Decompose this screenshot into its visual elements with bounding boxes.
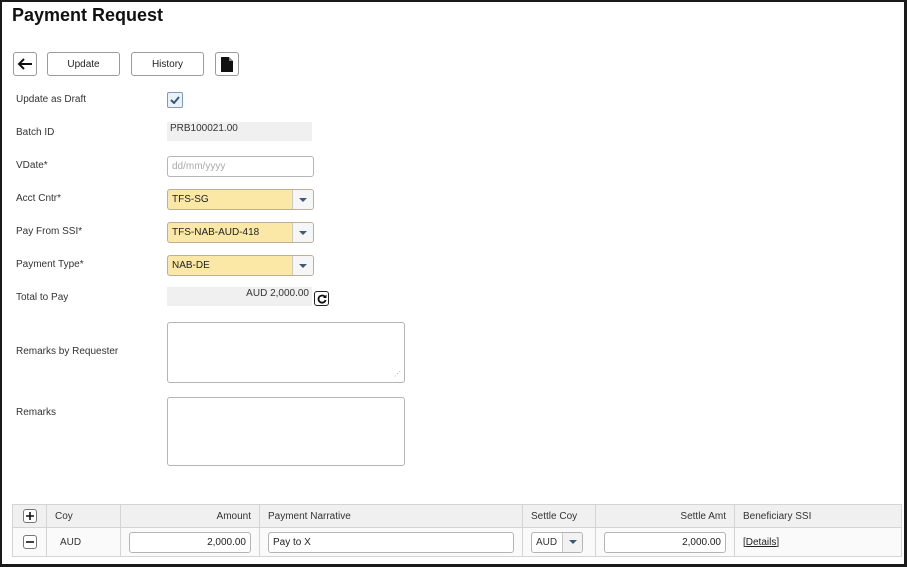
pay-from-ssi-value: TFS-NAB-AUD-418 [172, 227, 260, 238]
arrow-left-icon [17, 58, 32, 70]
refresh-icon [317, 294, 326, 304]
column-header-beneficiary-ssi[interactable]: Beneficiary SSI [734, 504, 902, 528]
pay-from-ssi-dropdown-toggle[interactable] [292, 223, 313, 242]
acct-cntr-label: Acct Cntr* [16, 193, 62, 204]
payment-type-select[interactable]: NAB-DE [167, 255, 314, 276]
vdate-label: VDate* [16, 160, 48, 171]
table-header-row: Coy Amount Payment Narrative Settle Coy … [12, 504, 902, 528]
payment-narrative-input[interactable] [268, 531, 514, 553]
payment-lines-table: Coy Amount Payment Narrative Settle Coy … [12, 504, 902, 557]
checkmark-icon [170, 96, 180, 104]
document-icon [221, 56, 233, 72]
batch-id-value: PRB100021.00 [167, 122, 312, 141]
table-row: AUD AUD [Details] [12, 527, 902, 557]
total-to-pay-value: AUD 2,000.00 [167, 287, 312, 306]
settle-coy-select[interactable]: AUD [531, 531, 583, 553]
history-button[interactable]: History [131, 52, 204, 76]
remove-row-button[interactable] [22, 535, 37, 549]
column-header-coy[interactable]: Coy [46, 504, 121, 528]
column-header-payment-narrative[interactable]: Payment Narrative [259, 504, 523, 528]
beneficiary-ssi-details-link[interactable]: [Details] [743, 537, 779, 548]
remarks-label: Remarks [16, 407, 57, 418]
amount-input[interactable] [129, 531, 251, 553]
chevron-down-icon [299, 263, 307, 268]
column-header-amount[interactable]: Amount [120, 504, 260, 528]
remarks-by-requester-label: Remarks by Requester [16, 346, 119, 357]
payment-type-label: Payment Type* [16, 259, 84, 270]
update-button[interactable]: Update [47, 52, 120, 76]
payment-request-window: Payment Request Update History Update as… [0, 0, 907, 567]
update-as-draft-checkbox[interactable] [167, 92, 183, 108]
column-header-settle-coy[interactable]: Settle Coy [522, 504, 596, 528]
document-button[interactable] [215, 52, 239, 76]
acct-cntr-value: TFS-SG [172, 194, 209, 205]
page-title: Payment Request [12, 5, 164, 25]
remarks-textarea[interactable] [167, 397, 405, 466]
add-row-button[interactable] [22, 509, 37, 523]
coy-cell: AUD [46, 527, 121, 557]
pay-from-ssi-select[interactable]: TFS-NAB-AUD-418 [167, 222, 314, 243]
acct-cntr-dropdown-toggle[interactable] [292, 190, 313, 209]
chevron-down-icon [568, 540, 577, 544]
total-to-pay-label: Total to Pay [16, 292, 69, 303]
vdate-input[interactable] [167, 156, 314, 177]
remarks-by-requester-textarea[interactable] [167, 322, 405, 383]
payment-type-dropdown-toggle[interactable] [292, 256, 313, 275]
minus-icon [25, 541, 34, 543]
acct-cntr-select[interactable]: TFS-SG [167, 189, 314, 210]
refresh-total-button[interactable] [314, 291, 329, 306]
payment-type-value: NAB-DE [172, 260, 210, 271]
chevron-down-icon [299, 197, 307, 202]
plus-icon [25, 512, 34, 520]
column-header-settle-amt[interactable]: Settle Amt [595, 504, 735, 528]
chevron-down-icon [299, 230, 307, 235]
settle-coy-dropdown-toggle[interactable] [562, 532, 582, 552]
settle-amt-input[interactable] [604, 531, 726, 553]
pay-from-ssi-label: Pay From SSI* [16, 226, 83, 237]
back-button[interactable] [13, 52, 37, 76]
update-as-draft-label: Update as Draft [16, 94, 87, 105]
settle-coy-value: AUD [536, 536, 558, 548]
batch-id-label: Batch ID [16, 127, 55, 138]
